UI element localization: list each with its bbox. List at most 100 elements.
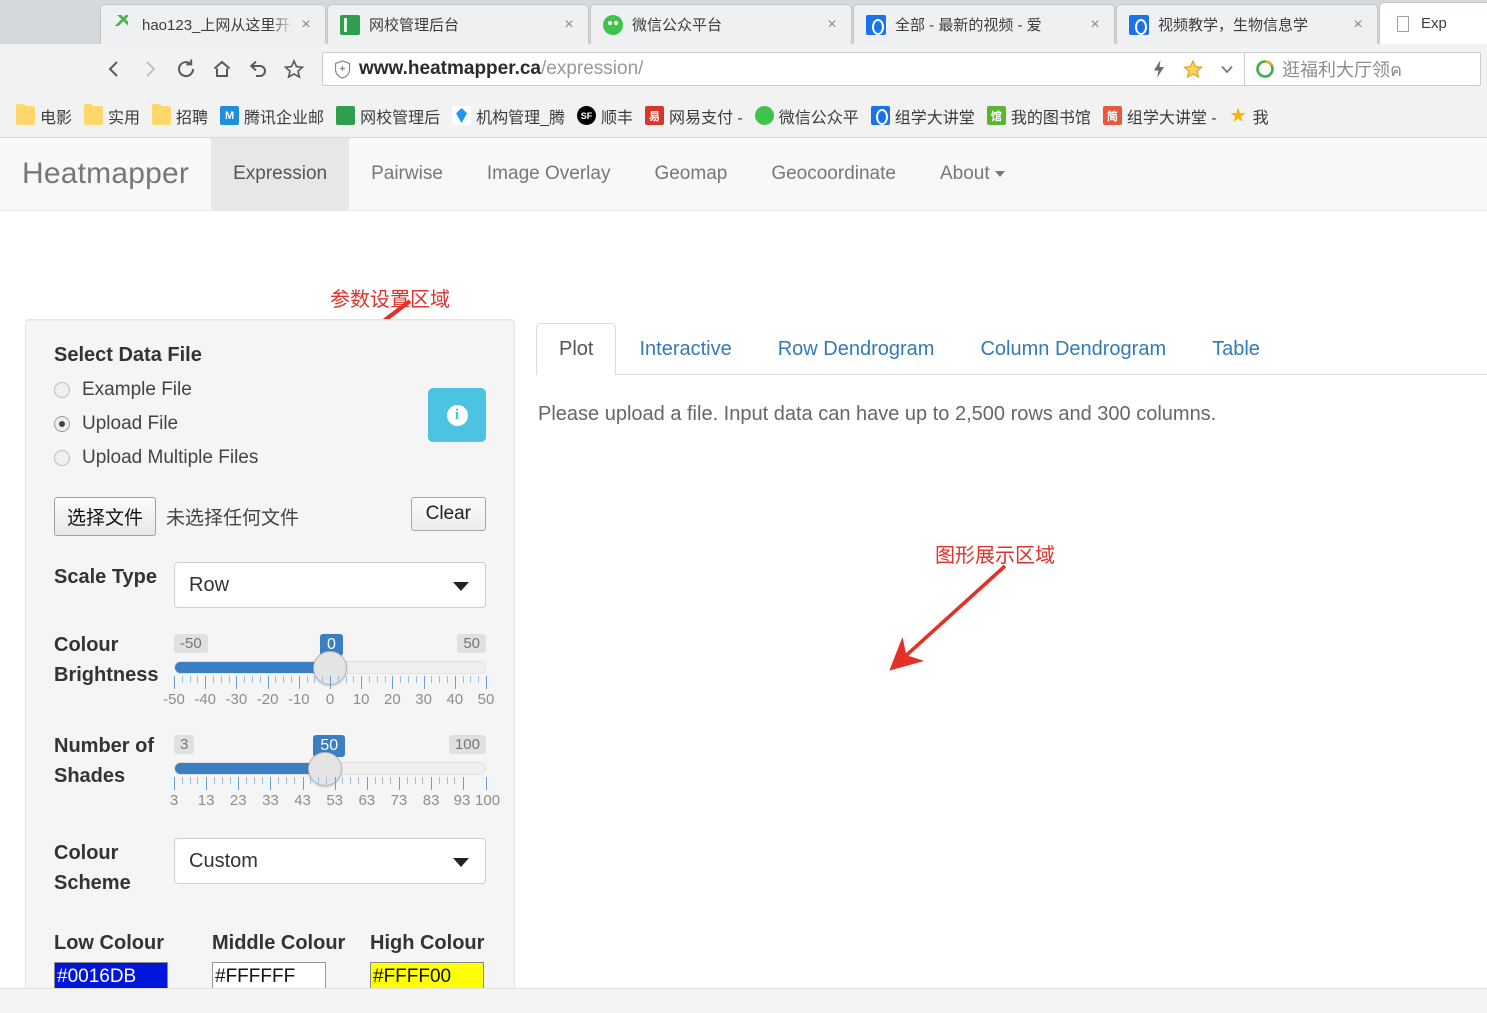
low-colour-input[interactable]: #0016DB [54,962,168,991]
colour-scheme-value: Custom [189,849,258,872]
bookmark-label: 网易支付 - [669,109,743,127]
number-of-shades-slider[interactable]: 3 50 100 3 13 23 33 43 53 63 73 83 93 10… [170,731,500,812]
tick-label: 20 [384,691,401,708]
high-colour-input[interactable]: #FFFF00 [370,962,484,991]
star-outline-icon[interactable] [276,51,312,87]
colour-brightness-slider[interactable]: -50 0 50 -50 -40 -30 -20 -10 0 10 20 30 … [163,630,494,711]
scale-type-value: Row [189,573,230,596]
tick-label: 83 [422,792,440,809]
high-colour-group: High Colour #FFFF00 [370,928,514,991]
address-bar-actions [1142,52,1244,86]
slider-min-label: -50 [174,634,208,653]
star-filled-icon[interactable] [1176,52,1210,86]
bookmark-item[interactable]: 易网易支付 - [639,102,749,130]
search-input[interactable]: 逛福利大厅领ค [1244,52,1472,86]
chevron-down-icon[interactable] [1210,52,1244,86]
folder-icon [84,104,104,125]
back-arrow-icon[interactable] [96,51,132,87]
green-book-favicon [340,14,360,35]
slider-track[interactable] [174,650,486,685]
middle-colour-input[interactable]: #FFFFFF [212,962,326,991]
tick-label: 23 [229,792,247,809]
tab-close-icon[interactable]: × [556,16,582,33]
browser-tab[interactable]: 微信公众平台 × [590,4,852,44]
bookmark-label: 我 [1252,109,1269,127]
page-viewport: Heatmapper Expression Pairwise Image Ove… [0,138,1487,1013]
bookmark-item[interactable]: SF 顺丰 [571,102,639,130]
tab-column-dendrogram[interactable]: Column Dendrogram [957,323,1189,375]
tab-table[interactable]: Table [1189,323,1283,375]
tab-interactive[interactable]: Interactive [616,323,754,375]
nav-item-about[interactable]: About [918,138,1027,210]
nav-item-geocoordinate[interactable]: Geocoordinate [749,138,918,210]
tab-close-icon[interactable]: × [1082,16,1108,33]
nav-item-pairwise[interactable]: Pairwise [349,138,465,210]
bookmark-item[interactable]: ★ 我 [1223,102,1275,130]
bookmark-label: 腾讯企业邮 [244,109,325,127]
tab-close-icon[interactable]: × [1345,16,1371,33]
browser-tab[interactable]: 网校管理后台 × [327,4,589,44]
browser-navbar: www.heatmapper.ca/expression/ 逛福利大厅领ค [0,44,1487,94]
undo-arrow-icon[interactable] [240,51,276,87]
site-brand[interactable]: Heatmapper [0,138,211,210]
nav-item-image-overlay[interactable]: Image Overlay [465,138,633,210]
tab-close-icon[interactable]: × [293,16,319,33]
radio-upload-file[interactable]: Upload File [54,413,486,435]
bookmark-item[interactable]: 微信公众平 [749,102,865,130]
search-placeholder: 逛福利大厅领ค [1282,59,1403,80]
colour-scheme-select[interactable]: Custom [174,838,486,884]
bookmark-item[interactable]: M 腾讯企业邮 [214,102,330,130]
browser-tab-active[interactable]: Exp [1379,2,1487,44]
browser-tab[interactable]: 视频教学，生物信息学 × [1116,4,1378,44]
lightning-icon[interactable] [1142,52,1176,86]
reload-icon[interactable] [168,51,204,87]
blue-o-icon [870,106,890,125]
tick-label: 13 [197,792,215,809]
tick-label: 43 [294,792,311,809]
slider-track[interactable] [174,751,486,786]
bookmark-item[interactable]: 招聘 [146,102,214,130]
scale-type-select[interactable]: Row [174,562,486,608]
nav-item-geomap[interactable]: Geomap [632,138,749,210]
bookmark-item[interactable]: 馆我的图书馆 [981,102,1097,130]
tick-label: -20 [256,691,279,708]
tab-close-icon[interactable]: × [819,16,845,33]
bookmark-label: 微信公众平 [778,109,859,127]
tick-label: 93 [453,792,471,809]
bookmark-item[interactable]: 电影 [10,102,78,130]
browser-tab[interactable]: 全部 - 最新的视频 - 爱 × [853,4,1115,44]
radio-upload-multiple-files[interactable]: Upload Multiple Files [54,447,486,469]
low-colour-group: Low Colour #0016DB [54,928,212,991]
nav-item-expression[interactable]: Expression [211,138,350,210]
address-bar[interactable]: www.heatmapper.ca/expression/ 逛福利大厅领ค [322,52,1481,86]
tab-plot[interactable]: Plot [536,323,617,375]
bookmark-item[interactable]: 简组学大讲堂 - [1097,102,1223,130]
info-button[interactable]: i [428,388,486,442]
home-icon[interactable] [204,51,240,87]
colour-scheme-label: Colour Scheme [54,842,131,894]
radio-icon-selected[interactable] [54,416,70,432]
choose-file-button[interactable]: 选择文件 [54,497,157,536]
document-favicon [1392,13,1412,34]
site-navbar: Heatmapper Expression Pairwise Image Ove… [0,138,1487,211]
bookmark-item[interactable]: 组学大讲堂 [865,102,981,130]
slider-max-label: 50 [457,634,486,653]
radio-example-file[interactable]: Example File [54,379,486,401]
address-bar-url: www.heatmapper.ca/expression/ [359,58,643,80]
clear-button[interactable]: Clear [410,497,486,531]
tick-label: 10 [352,691,370,708]
bookmark-item[interactable]: 网校管理后 [330,102,446,130]
radio-icon[interactable] [54,382,70,398]
annotation-label-plot: 图形展示区域 [935,545,1055,567]
tick-label: 3 [169,792,179,809]
page-bottom-strip [0,988,1487,1013]
bookmark-item[interactable]: 实用 [78,102,146,130]
browser-tab[interactable]: hao123_上网从这里开始 × [100,4,326,44]
tick-label: 53 [326,792,344,809]
tab-row-dendrogram[interactable]: Row Dendrogram [755,323,958,375]
tick-label: -50 [163,691,185,708]
number-of-shades-label: Number of Shades [54,735,154,787]
forward-arrow-icon[interactable] [132,51,168,87]
bookmark-item[interactable]: 机构管理_腾 [446,102,571,130]
radio-icon[interactable] [54,450,70,466]
